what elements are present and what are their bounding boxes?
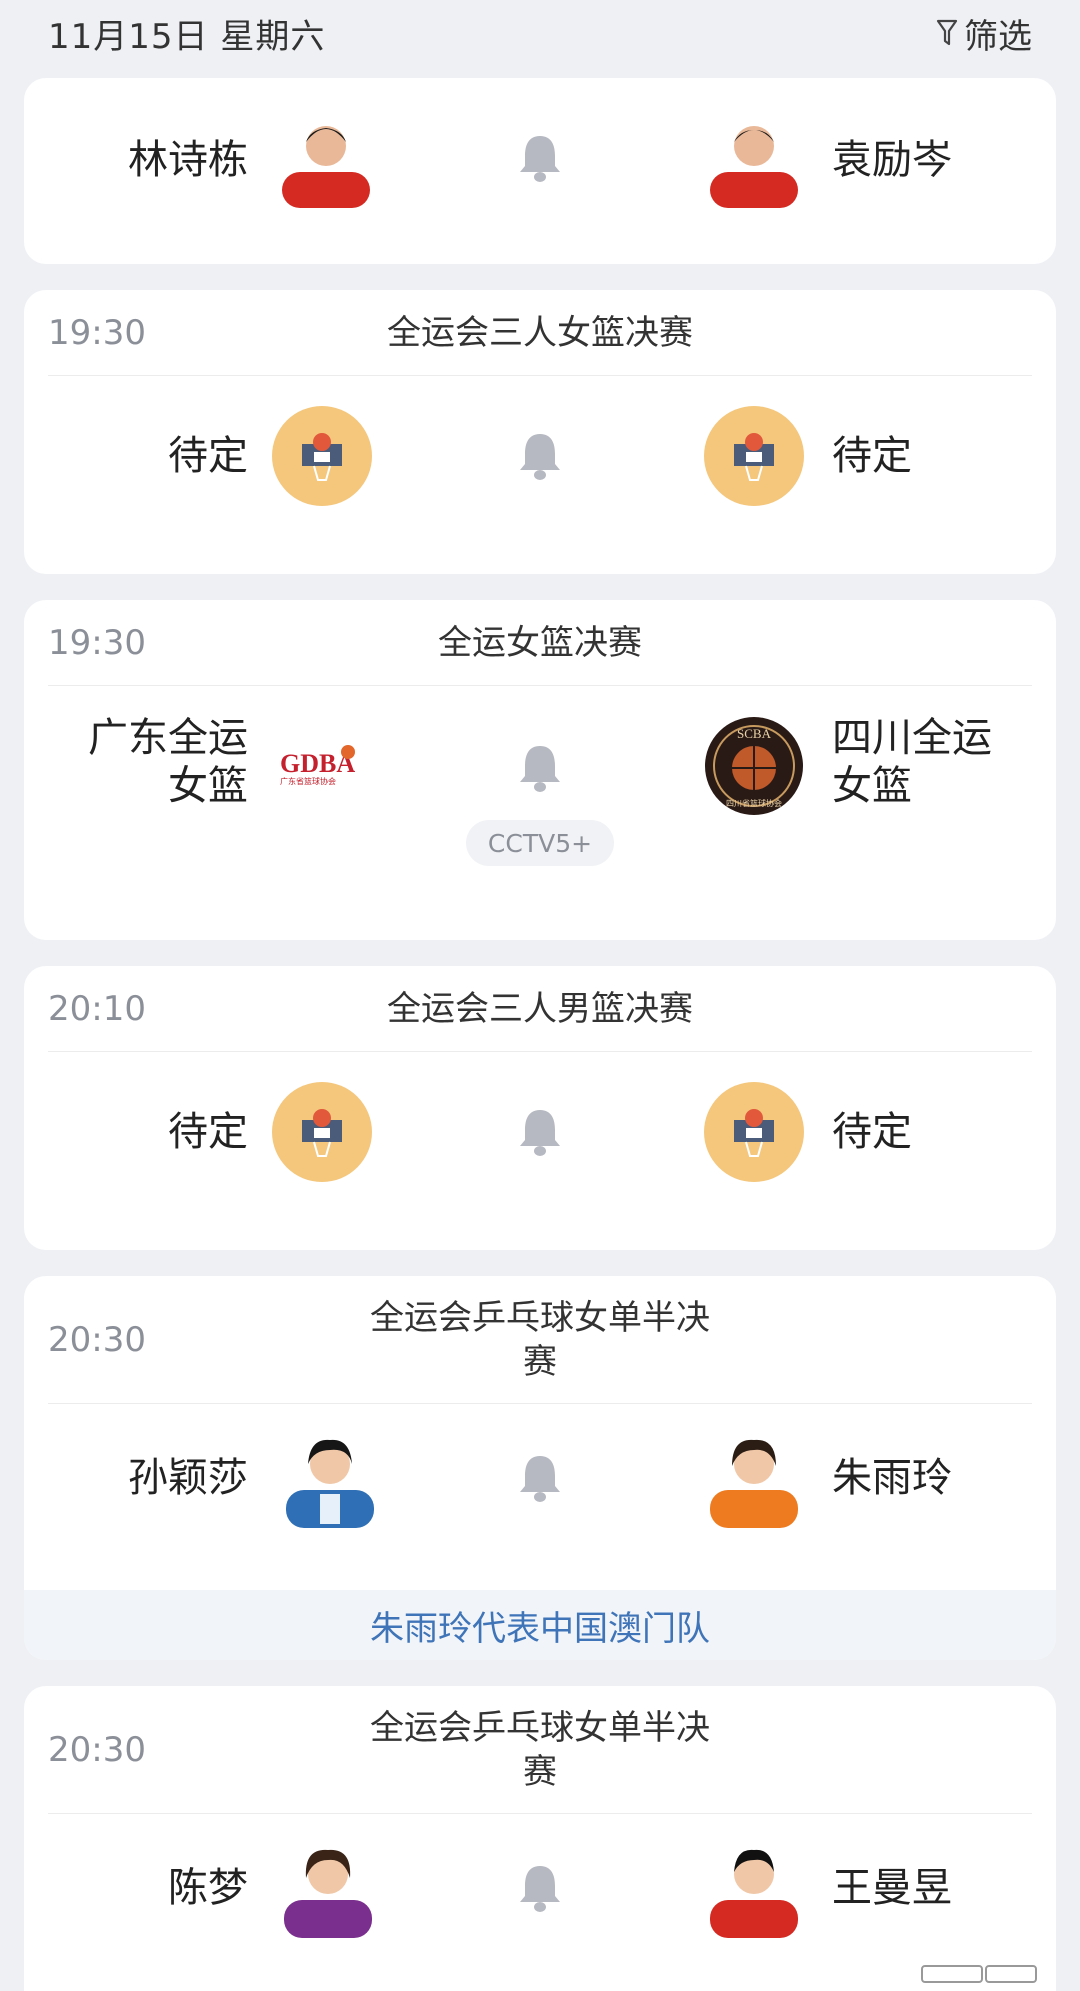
match-time: 20:30 bbox=[48, 1319, 146, 1360]
player-left-name: 陈梦 bbox=[168, 1865, 248, 1911]
player-avatar-left bbox=[278, 1838, 378, 1938]
event-title: 全运会三人女篮决赛 bbox=[387, 312, 693, 353]
player-avatar-right bbox=[704, 1838, 804, 1938]
team-right-name: 待定 bbox=[832, 1109, 912, 1155]
bell-icon[interactable] bbox=[516, 1862, 564, 1914]
match-card-5[interactable]: 20:30 全运会乒乓球女单半决 赛 孙颖莎 朱雨玲 朱雨玲代表中国澳门队 bbox=[24, 1276, 1056, 1660]
date-header: 11月15日 星期六 筛选 bbox=[0, 0, 1080, 66]
event-title: 全运女篮决赛 bbox=[438, 622, 642, 663]
team-left-name: 广东全运 女篮 bbox=[88, 714, 248, 810]
bell-icon[interactable] bbox=[516, 742, 564, 794]
team-right-name-line1: 四川全运 bbox=[832, 715, 992, 761]
team-left-name-line1: 广东全运 bbox=[88, 715, 248, 761]
team-right-name: 待定 bbox=[832, 433, 912, 479]
event-title-line2: 赛 bbox=[523, 1751, 557, 1792]
match-time: 19:30 bbox=[48, 622, 146, 663]
scba-logo-text: SCBA bbox=[737, 726, 772, 741]
filter-button[interactable]: 筛选 bbox=[936, 9, 1032, 58]
player-avatar-right bbox=[704, 108, 804, 208]
event-title-line1: 全运会乒乓球女单半决 bbox=[370, 1707, 710, 1748]
player-avatar-left bbox=[276, 108, 376, 208]
match-card-6[interactable]: 20:30 全运会乒乓球女单半决 赛 陈梦 王曼昱 bbox=[24, 1686, 1056, 1991]
team-right-name-line2: 女篮 bbox=[832, 763, 912, 809]
match-time: 20:10 bbox=[48, 988, 146, 1029]
player-avatar-left bbox=[280, 1428, 380, 1528]
player-right-name: 袁励岑 bbox=[832, 137, 952, 183]
gdba-logo: GDBA 广东省篮球协会 bbox=[274, 714, 374, 814]
scba-logo-sub: 四川省篮球协会 bbox=[726, 798, 782, 808]
player-right-name: 王曼昱 bbox=[832, 1865, 952, 1911]
match-card-1[interactable]: 林诗栋 袁励岑 bbox=[24, 78, 1056, 264]
player-avatar-right bbox=[704, 1428, 804, 1528]
team-left-name: 待定 bbox=[168, 433, 248, 479]
match-card-4[interactable]: 20:10 全运会三人男篮决赛 待定 待定 bbox=[24, 966, 1056, 1250]
match-note: 朱雨玲代表中国澳门队 bbox=[24, 1590, 1056, 1660]
player-left-name: 孙颖莎 bbox=[128, 1455, 248, 1501]
match-header: 20:30 全运会乒乓球女单半决 赛 bbox=[48, 1276, 1032, 1404]
match-header: 20:30 全运会乒乓球女单半决 赛 bbox=[48, 1686, 1032, 1814]
event-title: 全运会三人男篮决赛 bbox=[387, 988, 693, 1029]
scba-logo: SCBA 四川省篮球协会 bbox=[704, 716, 804, 816]
watermark-icon bbox=[921, 1965, 1037, 1983]
event-title-line1: 全运会乒乓球女单半决 bbox=[370, 1297, 710, 1338]
basketball-logo-icon bbox=[272, 406, 372, 506]
basketball-logo-icon bbox=[272, 1082, 372, 1182]
team-left-name: 待定 bbox=[168, 1109, 248, 1155]
bell-icon[interactable] bbox=[516, 132, 564, 184]
event-title: 全运会乒乓球女单半决 赛 bbox=[340, 1296, 740, 1384]
basketball-logo-icon bbox=[704, 1082, 804, 1182]
basketball-logo-icon bbox=[704, 406, 804, 506]
match-header: 19:30 全运会三人女篮决赛 bbox=[48, 290, 1032, 376]
player-right-name: 朱雨玲 bbox=[832, 1455, 952, 1501]
match-time: 19:30 bbox=[48, 312, 146, 353]
filter-icon bbox=[936, 19, 958, 46]
bell-icon[interactable] bbox=[516, 1452, 564, 1504]
match-card-3[interactable]: 19:30 全运女篮决赛 广东全运 女篮 GDBA 广东省篮球协会 SCBA 四… bbox=[24, 600, 1056, 940]
event-title: 全运会乒乓球女单半决 赛 bbox=[340, 1706, 740, 1794]
date-label: 11月15日 星期六 bbox=[48, 16, 326, 57]
match-time: 20:30 bbox=[48, 1729, 146, 1770]
team-left-name-line2: 女篮 bbox=[168, 763, 248, 809]
match-card-2[interactable]: 19:30 全运会三人女篮决赛 待定 待定 bbox=[24, 290, 1056, 574]
tv-channel-badge[interactable]: CCTV5+ bbox=[466, 820, 614, 866]
team-right-name: 四川全运 女篮 bbox=[832, 714, 992, 810]
filter-label: 筛选 bbox=[964, 16, 1032, 57]
event-title-line2: 赛 bbox=[523, 1341, 557, 1382]
player-left-name: 林诗栋 bbox=[128, 137, 248, 183]
match-header: 20:10 全运会三人男篮决赛 bbox=[48, 966, 1032, 1052]
bell-icon[interactable] bbox=[516, 1106, 564, 1158]
match-header: 19:30 全运女篮决赛 bbox=[48, 600, 1032, 686]
bell-icon[interactable] bbox=[516, 430, 564, 482]
gdba-logo-sub: 广东省篮球协会 bbox=[280, 776, 336, 786]
